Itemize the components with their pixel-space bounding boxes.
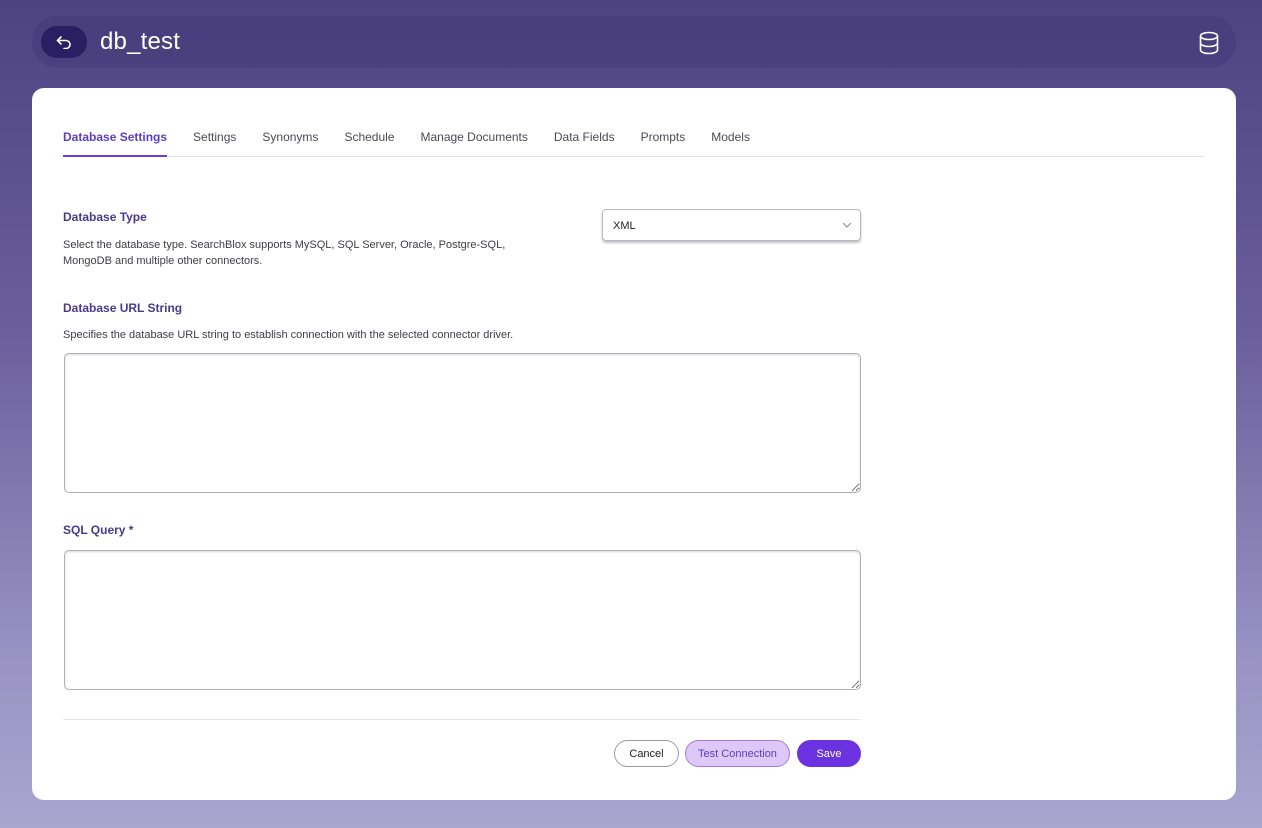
tab-synonyms[interactable]: Synonyms: [262, 126, 318, 157]
back-button[interactable]: [41, 26, 87, 58]
database-type-description-line1: Select the database type. SearchBlox sup…: [63, 239, 506, 251]
database-type-value: XML: [613, 220, 636, 232]
test-connection-button[interactable]: Test Connection: [685, 740, 790, 767]
settings-card: Database Settings Settings Synonyms Sche…: [32, 88, 1236, 800]
tab-settings[interactable]: Settings: [193, 126, 236, 157]
database-type-description-line2: MongoDB and multiple other connectors.: [63, 255, 263, 267]
database-url-field[interactable]: [64, 353, 861, 493]
database-url-label: Database URL String: [63, 301, 183, 315]
sql-query-label: SQL Query *: [63, 523, 134, 537]
tab-database-settings[interactable]: Database Settings: [63, 126, 168, 157]
tab-bar: Database Settings Settings Synonyms Sche…: [63, 126, 1204, 157]
chevron-down-icon: [842, 222, 852, 228]
tab-data-fields[interactable]: Data Fields: [554, 126, 615, 157]
form-divider: [63, 719, 861, 720]
database-type-select[interactable]: XML: [602, 209, 861, 241]
cancel-button[interactable]: Cancel: [614, 740, 679, 767]
back-arrow-icon: [56, 36, 71, 49]
save-button[interactable]: Save: [797, 740, 861, 767]
database-url-description: Specifies the database URL string to est…: [63, 329, 514, 341]
tab-models[interactable]: Models: [711, 126, 750, 157]
sql-query-field[interactable]: [64, 550, 861, 690]
page-title: db_test: [100, 28, 181, 55]
database-type-label: Database Type: [63, 210, 147, 224]
tab-schedule[interactable]: Schedule: [344, 126, 394, 157]
tab-manage-documents[interactable]: Manage Documents: [420, 126, 527, 157]
tab-prompts[interactable]: Prompts: [641, 126, 686, 157]
top-bar: db_test: [32, 16, 1236, 68]
database-icon[interactable]: [1198, 31, 1220, 55]
